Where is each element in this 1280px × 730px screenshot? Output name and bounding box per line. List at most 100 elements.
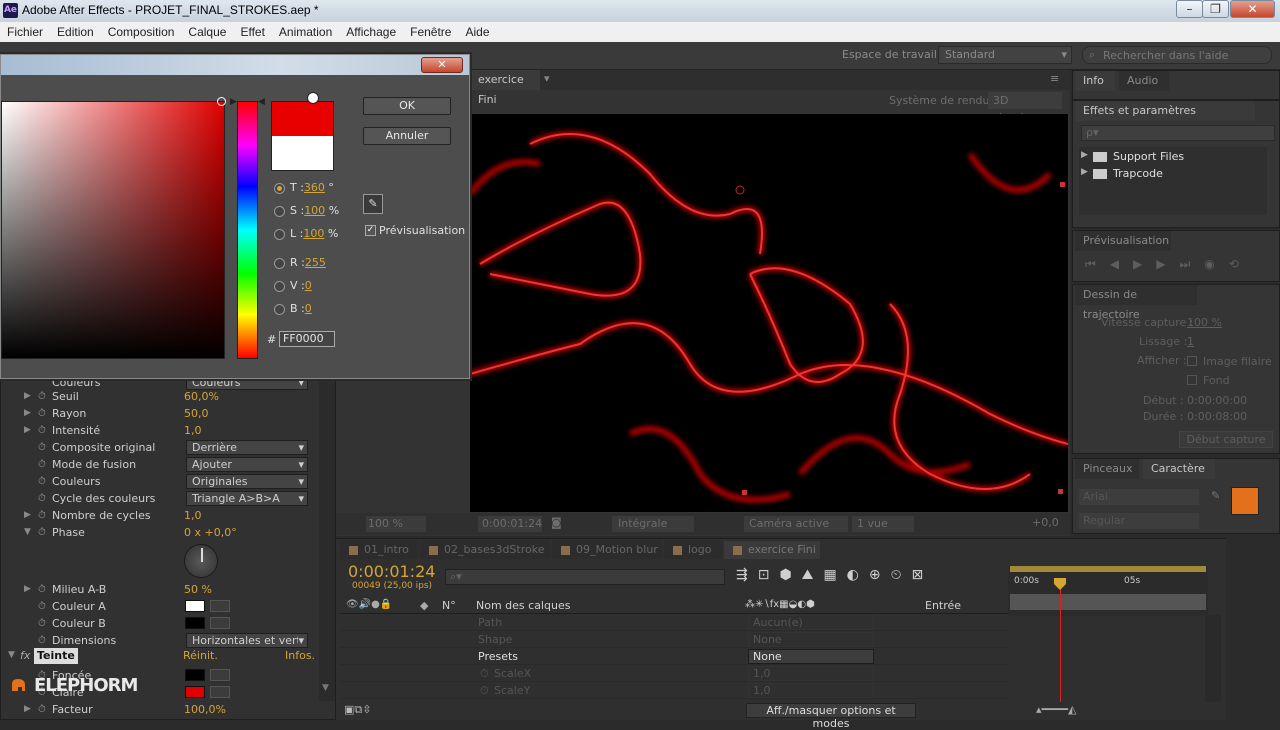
- smoothing-value[interactable]: 1: [1187, 335, 1194, 348]
- panel-menu-icon[interactable]: ≡: [1050, 72, 1059, 85]
- color-eyedropper-button[interactable]: [210, 686, 230, 698]
- color-eyedropper-button[interactable]: [210, 617, 230, 629]
- layer-search-input[interactable]: ⌕▾: [445, 569, 725, 585]
- timeline-timecode[interactable]: 0:00:01:24: [348, 562, 435, 581]
- tab-effects-presets[interactable]: Effets et paramètres prédéfinis: [1075, 101, 1255, 137]
- background-checkbox[interactable]: [1187, 375, 1197, 385]
- hue-field[interactable]: T :360 °: [290, 181, 334, 194]
- timeline-tab[interactable]: 02_bases3dStroke: [420, 541, 550, 559]
- effects-search-input[interactable]: ρ▾: [1081, 125, 1275, 141]
- preview-checkbox[interactable]: ✓: [365, 225, 376, 236]
- color-swatch[interactable]: [185, 686, 205, 698]
- timeline-tool-icons[interactable]: ⇶⊡⬢⛰▦◐⊕⏲⊠: [736, 567, 1006, 587]
- hex-input[interactable]: FF0000: [279, 331, 335, 347]
- expand-arrow-icon[interactable]: ▶: [24, 581, 31, 598]
- effect-property-row[interactable]: ▶ ⏱ Intensité 1,0: [0, 422, 316, 439]
- tree-item-support-files[interactable]: ▶ Support Files: [1081, 149, 1265, 165]
- hue-arrow-right-icon[interactable]: ◀: [258, 97, 265, 107]
- menu-affichage[interactable]: Affichage: [339, 22, 403, 42]
- color-field-cursor[interactable]: [217, 97, 226, 106]
- wireframe-checkbox[interactable]: [1187, 356, 1197, 366]
- eyedropper-icon[interactable]: ✎: [363, 194, 383, 214]
- capture-speed-value[interactable]: 100 %: [1187, 316, 1222, 329]
- tab-motion-sketch[interactable]: Dessin de trajectoire: [1075, 285, 1197, 321]
- style-select[interactable]: Regular: [1079, 513, 1199, 529]
- property-select[interactable]: Derrière: [186, 440, 308, 455]
- blue-field[interactable]: B :0: [290, 302, 312, 315]
- teinte-property-row[interactable]: ▶ ⏱ Facteur 100,0%: [0, 701, 316, 718]
- timeline-property-row[interactable]: Presets None: [340, 648, 1008, 665]
- effect-property-row[interactable]: ⏱ Couleur A: [0, 598, 316, 615]
- stopwatch-icon[interactable]: ⏱: [38, 507, 46, 524]
- saturation-brightness-field[interactable]: [1, 101, 225, 359]
- timeline-property-row[interactable]: ⏱ ScaleY 1,0: [340, 682, 1008, 699]
- timeline-property-row[interactable]: ⏱ ScaleX 1,0: [340, 665, 1008, 682]
- tab-dropdown-icon[interactable]: ▾: [544, 72, 550, 85]
- tab-brushes[interactable]: Pinceaux: [1075, 459, 1139, 479]
- stopwatch-icon[interactable]: ⏱: [38, 524, 46, 541]
- stopwatch-icon[interactable]: ⏱: [38, 615, 46, 632]
- effect-property-row[interactable]: ⏱ Cycle des couleurs Triangle A>B>A: [0, 490, 316, 507]
- footer-toggle-icons[interactable]: ▣⧉⇳: [344, 703, 371, 717]
- menu-effet[interactable]: Effet: [233, 22, 271, 42]
- stopwatch-icon[interactable]: ⏱: [38, 632, 46, 649]
- zoom-slider-icons[interactable]: ▴━━━━◭: [1036, 703, 1076, 716]
- effects-scrollbar[interactable]: ▼: [319, 371, 335, 701]
- reset-link[interactable]: Réinit.: [183, 649, 218, 662]
- red-radio[interactable]: [274, 258, 285, 269]
- timeline-scrollbar[interactable]: [1205, 615, 1221, 705]
- stopwatch-icon[interactable]: ⏱: [38, 405, 46, 422]
- menu-fichier[interactable]: Fichier: [0, 22, 50, 42]
- hue-slider[interactable]: [237, 101, 258, 359]
- stopwatch-icon[interactable]: ⏱: [38, 581, 46, 598]
- teinte-effect-header[interactable]: ▼ fx Teinte Réinit. Infos.: [0, 648, 316, 665]
- green-field[interactable]: V :0: [290, 279, 312, 292]
- color-eyedropper-button[interactable]: [210, 600, 230, 612]
- property-select[interactable]: Horizontales et verti: [186, 633, 308, 648]
- color-swatch[interactable]: [185, 600, 205, 612]
- expand-arrow-icon[interactable]: ▶: [1081, 167, 1088, 177]
- exposure-value[interactable]: +0,0: [1032, 516, 1059, 529]
- help-search-input[interactable]: ⌕ Rechercher dans l'aide: [1082, 46, 1272, 64]
- effect-property-row[interactable]: ▼ ⏱ Phase 0 x +0,0°: [0, 524, 316, 541]
- green-radio[interactable]: [274, 281, 285, 292]
- menu-fenetre[interactable]: Fenêtre: [403, 22, 458, 42]
- collapse-arrow-icon[interactable]: ▼: [8, 650, 15, 660]
- scroll-down-icon[interactable]: ▼: [322, 683, 329, 693]
- effect-property-row[interactable]: ⏱ Couleurs Originales: [0, 473, 316, 490]
- effect-property-row[interactable]: ⏱ Composite original Derrière: [0, 439, 316, 456]
- toggle-switches-modes-button[interactable]: Aff./masquer options et modes: [746, 703, 916, 730]
- timeline-property-row[interactable]: Shape None: [340, 631, 1008, 648]
- eyedropper-icon[interactable]: ✎: [1211, 489, 1220, 502]
- tab-preview[interactable]: Prévisualisation: [1075, 231, 1171, 251]
- dialog-close-button[interactable]: ✕: [421, 57, 463, 73]
- hue-value[interactable]: 360: [304, 181, 325, 194]
- timeline-tab[interactable]: 09_Motion blur: [552, 541, 662, 559]
- property-select[interactable]: Triangle A>B>A: [186, 491, 308, 506]
- property-select[interactable]: Ajouter: [186, 457, 308, 472]
- expand-arrow-icon[interactable]: ▶: [24, 701, 31, 718]
- stopwatch-icon[interactable]: ⏱: [38, 598, 46, 615]
- stopwatch-icon[interactable]: ⏱: [38, 422, 46, 439]
- expand-arrow-icon[interactable]: ▼: [24, 524, 31, 541]
- expand-arrow-icon[interactable]: ▶: [24, 507, 31, 524]
- property-value[interactable]: 50,0: [184, 405, 209, 422]
- menu-animation[interactable]: Animation: [272, 22, 339, 42]
- red-field[interactable]: R :255: [290, 256, 326, 269]
- timeline-tab[interactable]: logo: [664, 541, 722, 559]
- stopwatch-icon[interactable]: ⏱: [480, 665, 489, 682]
- effect-property-row[interactable]: ▶ ⏱ Rayon 50,0: [0, 405, 316, 422]
- timeline-property-value[interactable]: Aucun(e): [748, 615, 874, 630]
- old-color-swatch[interactable]: [272, 136, 333, 170]
- menu-aide[interactable]: Aide: [458, 22, 496, 42]
- saturation-field[interactable]: S :100 %: [290, 204, 339, 217]
- timeline-tab[interactable]: 01_intro: [340, 541, 418, 559]
- time-ruler[interactable]: 0:00s 05s: [1008, 566, 1208, 616]
- menu-calque[interactable]: Calque: [181, 22, 233, 42]
- font-select[interactable]: Arial: [1079, 489, 1199, 505]
- tab-audio[interactable]: Audio: [1119, 71, 1169, 91]
- playback-controls[interactable]: ⏮◀▶▶⏭◉⟲: [1085, 257, 1275, 275]
- expand-arrow-icon[interactable]: ▶: [24, 422, 31, 439]
- menu-edition[interactable]: Edition: [50, 22, 101, 42]
- color-swatch[interactable]: [185, 669, 205, 681]
